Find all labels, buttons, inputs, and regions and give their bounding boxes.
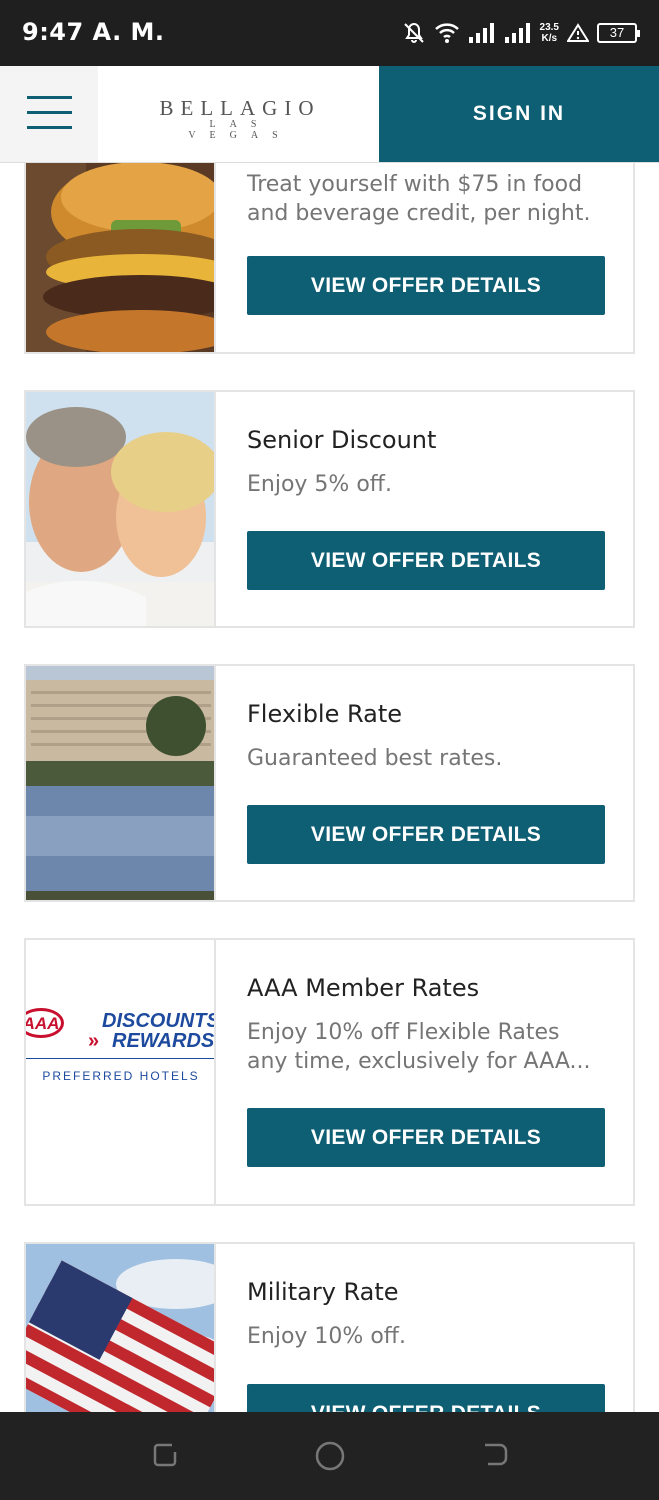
menu-line-icon (27, 111, 72, 114)
net-speed-unit: K/s (541, 33, 558, 44)
offer-description: Guaranteed best rates. (247, 746, 503, 771)
status-icons: 23.5 K/s 37 (402, 16, 640, 50)
burger-image (26, 142, 216, 352)
offer-card-dining-credit: Treat yourself with $75 in food and beve… (24, 140, 635, 354)
logo-divider (26, 1058, 214, 1059)
offer-body: AAA Member Rates Enjoy 10% off Flexible … (247, 940, 603, 1076)
back-icon[interactable] (480, 1440, 510, 1470)
net-speed: 23.5 K/s (540, 22, 559, 44)
menu-line-icon (27, 126, 72, 129)
status-time: 9:47 A. M. (22, 18, 165, 46)
home-icon[interactable] (314, 1440, 346, 1472)
recent-apps-icon[interactable] (150, 1440, 180, 1470)
view-offer-details-button[interactable]: VIEW OFFER DETAILS (247, 1108, 605, 1167)
view-offer-details-button[interactable]: VIEW OFFER DETAILS (247, 256, 605, 315)
system-nav-bar (0, 1412, 659, 1500)
offer-description: Enjoy 5% off. (247, 472, 392, 497)
offer-card-senior-discount: Senior Discount Enjoy 5% off. VIEW OFFER… (24, 390, 635, 628)
aaa-discounts-rewards-logo: AAA DISCOUNTS » REWARDS PREFERRED HOTELS (26, 940, 216, 1204)
view-offer-details-button[interactable]: VIEW OFFER DETAILS (247, 531, 605, 590)
offer-card-flexible-rate: Flexible Rate Guaranteed best rates. VIE… (24, 664, 635, 902)
offer-description: Enjoy 10% off. (247, 1324, 406, 1349)
offer-title: AAA Member Rates (247, 974, 480, 1002)
hamburger-menu-button[interactable] (0, 66, 98, 162)
offer-body: Flexible Rate Guaranteed best rates. (247, 666, 603, 773)
bellagio-hotel-image (26, 666, 216, 900)
view-offer-details-button[interactable]: VIEW OFFER DETAILS (247, 805, 605, 864)
battery-icon: 37 (597, 23, 640, 43)
wifi-icon (434, 23, 459, 43)
offer-body: Military Rate Enjoy 10% off. (247, 1244, 603, 1351)
sign-in-button[interactable]: SIGN IN (379, 66, 659, 162)
bellagio-logo[interactable]: BELLAGIO LAS VEGAS (150, 96, 330, 141)
status-bar: 9:47 A. M. 23.5 K/s 37 (0, 0, 659, 66)
signal-icon (468, 23, 494, 43)
preferred-hotels-text: PREFERRED HOTELS (42, 1069, 200, 1083)
signal-icon-2 (504, 23, 530, 43)
offer-description: Treat yourself with $75 in food and beve… (247, 172, 591, 226)
net-speed-value: 23.5 (539, 22, 559, 33)
warning-icon (567, 23, 589, 42)
logo-sub: LAS VEGAS (188, 119, 292, 141)
offer-title: Flexible Rate (247, 700, 403, 728)
offer-title: Military Rate (247, 1278, 399, 1306)
offer-card-aaa-member-rates: AAA DISCOUNTS » REWARDS PREFERRED HOTELS… (24, 938, 635, 1206)
aaa-logo-graphic: AAA DISCOUNTS » REWARDS (26, 1008, 215, 1054)
aaa-oval-icon: AAA (26, 1008, 64, 1038)
menu-line-icon (27, 96, 72, 99)
mute-bell-icon (403, 22, 424, 43)
offer-body: Senior Discount Enjoy 5% off. (247, 392, 603, 499)
app-header: BELLAGIO LAS VEGAS SIGN IN (0, 66, 659, 163)
senior-couple-image (26, 392, 216, 626)
logo-main: BELLAGIO (159, 96, 321, 120)
rewards-text: REWARDS (112, 1030, 215, 1052)
chevron-icon: » (88, 1030, 100, 1052)
offer-title: Senior Discount (247, 426, 437, 454)
offer-description: Enjoy 10% off Flexible Rates any time, e… (247, 1020, 591, 1074)
